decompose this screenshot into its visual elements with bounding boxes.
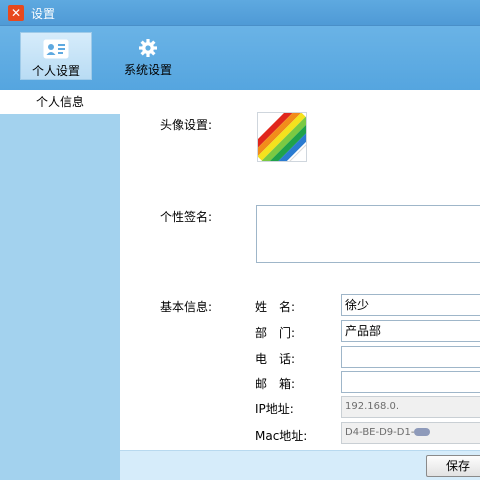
tab-personal-settings[interactable]: 个人设置 [20, 32, 92, 80]
department-label: 部 门: [255, 326, 296, 340]
signature-label: 个性签名: [160, 210, 213, 224]
contact-card-icon [43, 39, 69, 59]
department-input[interactable]: 产品部 [341, 320, 480, 342]
basic-info-label: 基本信息: [160, 300, 213, 314]
email-input[interactable] [341, 371, 480, 393]
window-title: 设置 [31, 7, 56, 21]
avatar-label: 头像设置: [160, 118, 213, 132]
mac-address-value: D4-BE-D9-D1- [345, 427, 415, 438]
mac-address-label: Mac地址: [255, 429, 308, 443]
name-input[interactable]: 徐少 [341, 294, 480, 316]
app-logo-icon: ✕ [8, 5, 24, 21]
colored-pencils-image [258, 113, 306, 161]
title-bar[interactable]: ✕ 设置 [0, 0, 480, 26]
sidebar-item-personal-info[interactable]: 个人信息 [0, 90, 120, 114]
phone-input[interactable] [341, 346, 480, 368]
toolbar: 个人设置 系统设置 [0, 26, 480, 90]
gear-icon [139, 39, 157, 57]
tab-system-settings-label: 系统设置 [123, 63, 172, 77]
mac-address-field: D4-BE-D9-D1- [341, 422, 480, 444]
bottom-bar: 保存 [120, 450, 480, 480]
sidebar: 个人信息 [0, 90, 120, 480]
save-button[interactable]: 保存 [426, 455, 480, 477]
ip-address-value: 192.168.0. [345, 401, 400, 412]
signature-textarea[interactable] [256, 205, 480, 263]
tab-system-settings[interactable]: 系统设置 [115, 32, 181, 80]
name-label: 姓 名: [255, 300, 296, 314]
tab-personal-settings-label: 个人设置 [31, 64, 80, 78]
ip-address-label: IP地址: [255, 402, 294, 416]
redaction-blur [414, 428, 431, 436]
ip-address-field: 192.168.0. [341, 396, 480, 418]
email-label: 邮 箱: [255, 377, 296, 391]
settings-panel: 头像设置: 个性签名: 基本信息: 姓 名: 徐少 部 门: 产品部 电 话: … [120, 90, 480, 450]
phone-label: 电 话: [255, 352, 296, 366]
avatar-image[interactable] [257, 112, 307, 162]
